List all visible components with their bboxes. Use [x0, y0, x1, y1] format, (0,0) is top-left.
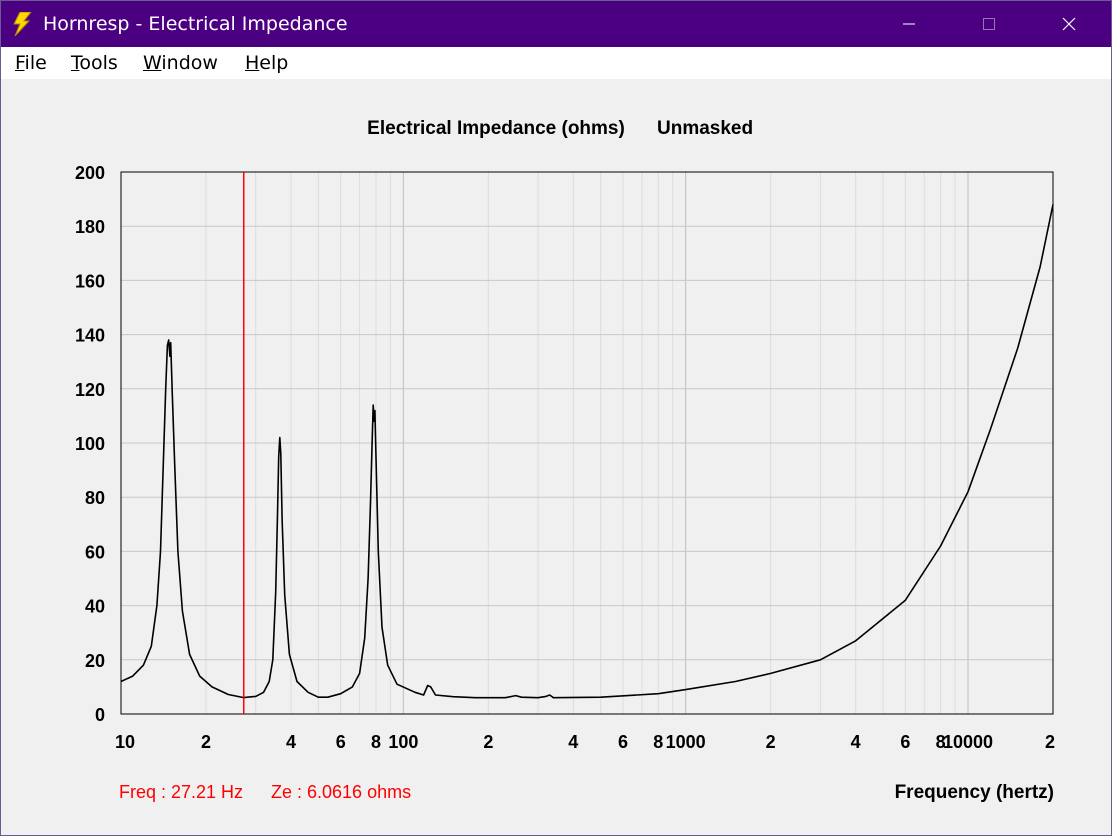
y-axis-ticks: 0 20 40 60 80 100 120 140 160 180 200 — [75, 163, 105, 725]
chart-title: Electrical Impedance (ohms) — [367, 118, 625, 139]
maximize-button[interactable] — [949, 1, 1029, 47]
x-tick-label: 4 — [286, 732, 296, 752]
y-tick-label: 60 — [85, 542, 105, 562]
x-tick-label: 2 — [1045, 732, 1055, 752]
menu-file-rest: ile — [24, 52, 47, 74]
y-tick-label: 160 — [75, 271, 105, 291]
impedance-chart[interactable]: Electrical Impedance (ohms) Unmasked 020… — [1, 79, 1111, 835]
impedance-trace — [120, 204, 1054, 699]
menu-bar: File Tools Window Help — [1, 47, 1111, 79]
hornresp-window: Hornresp - Electrical Impedance File Too… — [0, 0, 1112, 836]
x-tick-label: 1000 — [666, 732, 706, 752]
y-tick-label: 180 — [75, 217, 105, 237]
y-tick-label: 20 — [85, 651, 105, 671]
y-tick-label: 200 — [75, 163, 105, 183]
cursor-ze-readout: Ze : 6.0616 ohms — [271, 782, 411, 802]
close-button[interactable] — [1029, 1, 1109, 47]
x-axis-ticks: 10 2 4 6 8 100 2 4 6 8 1000 2 4 6 810000 2 — [115, 732, 1055, 752]
menu-help-rest: elp — [259, 52, 289, 74]
y-tick-label: 120 — [75, 380, 105, 400]
y-tick-label: 100 — [75, 434, 105, 454]
chart-grid — [121, 172, 1053, 714]
menu-file[interactable]: File — [15, 52, 47, 74]
chart-title-tag: Unmasked — [657, 118, 753, 139]
minimize-button[interactable] — [869, 1, 949, 47]
x-tick-label: 6 — [336, 732, 346, 752]
x-tick-label: 2 — [766, 732, 776, 752]
x-tick-label: 6 — [618, 732, 628, 752]
menu-tools[interactable]: Tools — [71, 52, 118, 74]
x-axis-label: Frequency (hertz) — [895, 782, 1054, 803]
x-tick-label: 10000 — [943, 732, 993, 752]
x-tick-label: 2 — [483, 732, 493, 752]
cursor-freq-readout: Freq : 27.21 Hz — [119, 782, 243, 802]
menu-window[interactable]: Window — [143, 52, 218, 74]
y-tick-label: 80 — [85, 488, 105, 508]
x-tick-label: 8 — [653, 732, 663, 752]
x-tick-label: 6 — [900, 732, 910, 752]
y-tick-label: 40 — [85, 597, 105, 617]
x-tick-label: 4 — [568, 732, 578, 752]
x-tick-label: 2 — [201, 732, 211, 752]
close-icon — [1062, 17, 1076, 31]
title-bar[interactable]: Hornresp - Electrical Impedance — [1, 1, 1111, 47]
y-tick-label: 0 — [95, 705, 105, 725]
x-tick-label: 100 — [388, 732, 418, 752]
x-tick-label: 8 — [371, 732, 381, 752]
x-tick-label: 4 — [851, 732, 861, 752]
x-tick-label: 10 — [115, 732, 135, 752]
menu-window-accel: W — [143, 52, 162, 74]
menu-help-accel: H — [245, 52, 260, 74]
menu-window-rest: indow — [161, 52, 218, 74]
window-title: Hornresp - Electrical Impedance — [43, 13, 348, 35]
minimize-icon — [903, 23, 915, 25]
lightning-icon — [13, 12, 32, 36]
maximize-icon — [983, 18, 995, 30]
menu-help[interactable]: Help — [245, 52, 288, 74]
y-tick-label: 140 — [75, 326, 105, 346]
menu-tools-rest: ools — [79, 52, 118, 74]
menu-file-accel: F — [15, 52, 25, 74]
